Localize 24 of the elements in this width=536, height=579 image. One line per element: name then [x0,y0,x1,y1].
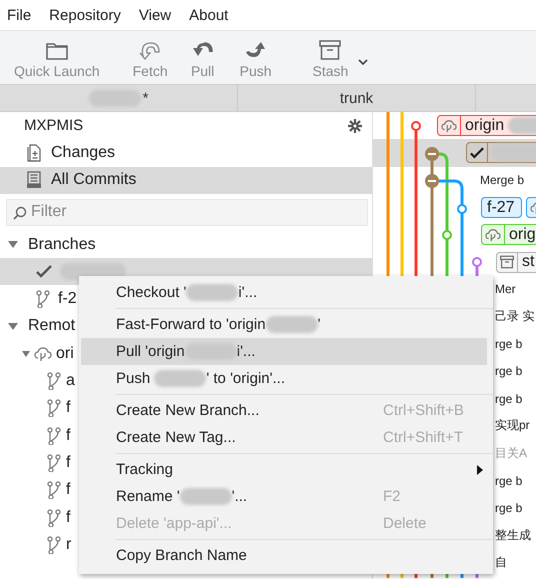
branch-name: f [66,481,70,500]
commit-message: Merge b [480,173,524,188]
shortcut-text: F2 [383,488,401,505]
commit-message: rge b [495,364,522,378]
branch-name: f [66,399,70,418]
section-heading: Branches [28,236,96,254]
shortcut-text: Ctrl+Shift+B [383,402,464,419]
commit-message: rge b [495,474,522,488]
commit-message: 己录 实 [495,308,534,326]
branch-name: f [66,508,70,526]
commit-message: 目关A [495,444,528,462]
branch-name: r [66,536,72,554]
section-heading: Remot [28,317,76,336]
repository-name: MXPMIS [24,117,84,134]
branch-name: f [66,426,70,445]
commit-message: rge b [495,337,522,352]
branch-name: ori [56,344,74,363]
branch-name: f-2 [58,290,77,308]
commit-message: Mer [495,282,516,296]
branch-name: a [66,372,75,390]
branch-name: f [66,454,70,472]
shortcut-text: Delete [383,515,426,532]
commit-message: 自 [495,554,507,571]
shortcut-text: Ctrl+Shift+T [383,429,464,446]
